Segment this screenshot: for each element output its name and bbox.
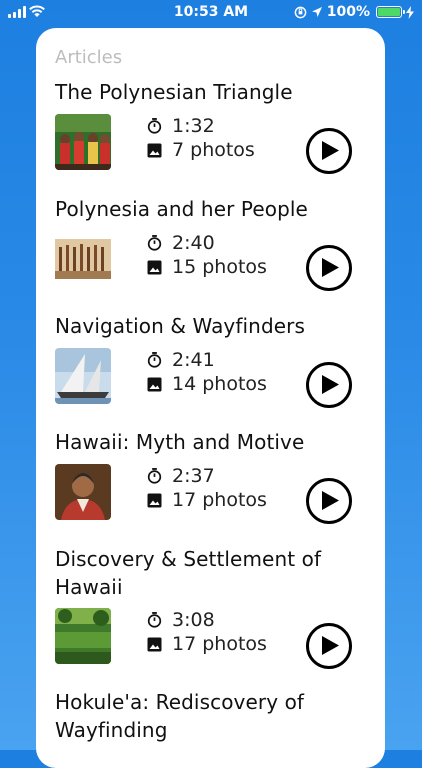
article-item[interactable]: The Polynesian Triangle 1:32 7 photos (55, 78, 375, 174)
image-icon (147, 493, 162, 507)
duration-text: 2:40 (172, 232, 215, 254)
article-item[interactable]: Navigation & Wayfinders 2:41 14 photos (55, 312, 375, 408)
duration-row: 2:40 (147, 231, 215, 255)
image-icon (147, 377, 162, 391)
photos-count: 7 photos (172, 139, 255, 161)
battery-level (378, 8, 400, 16)
article-title[interactable]: Discovery & Settlement of Hawaii (55, 545, 355, 601)
photos-count: 14 photos (172, 373, 267, 395)
duration-row: 2:37 (147, 464, 215, 488)
play-icon (322, 636, 339, 655)
battery-percentage: 100% (326, 4, 370, 20)
article-title[interactable]: The Polynesian Triangle (55, 78, 375, 106)
article-item[interactable]: Polynesia and her People 2:40 15 photos (55, 195, 375, 291)
article-thumbnail (55, 114, 111, 170)
play-button[interactable] (306, 623, 352, 669)
play-icon (322, 258, 339, 277)
article-item[interactable]: Hawaii: Myth and Motive 2:37 17 photos (55, 428, 375, 524)
timer-icon (147, 235, 162, 251)
duration-text: 3:08 (172, 609, 215, 631)
photos-row: 17 photos (147, 632, 267, 656)
play-icon (322, 375, 339, 394)
articles-card: Articles The Polynesian Triangle 1:32 7 … (36, 28, 385, 768)
article-thumbnail (55, 231, 111, 287)
play-button[interactable] (306, 128, 352, 174)
play-button[interactable] (306, 362, 352, 408)
battery-icon (376, 6, 405, 18)
article-item[interactable]: Discovery & Settlement of Hawaii 3:08 17… (55, 545, 375, 669)
duration-row: 2:41 (147, 348, 215, 372)
timer-icon (147, 612, 162, 628)
play-button[interactable] (306, 245, 352, 291)
duration-text: 2:37 (172, 465, 215, 487)
article-title[interactable]: Hawaii: Myth and Motive (55, 428, 375, 456)
image-icon (147, 143, 162, 157)
play-icon (322, 491, 339, 510)
charging-bolt-icon (406, 5, 414, 19)
location-icon (311, 7, 322, 17)
section-title: Articles (55, 47, 123, 68)
article-thumbnail (55, 464, 111, 520)
article-title[interactable]: Hokule'a: Rediscovery of Wayfinding (55, 688, 355, 744)
play-icon (322, 141, 339, 160)
article-item[interactable]: Hokule'a: Rediscovery of Wayfinding (55, 688, 375, 744)
article-title[interactable]: Polynesia and her People (55, 195, 375, 223)
play-button[interactable] (306, 478, 352, 524)
duration-row: 1:32 (147, 114, 215, 138)
image-icon (147, 637, 162, 651)
article-thumbnail (55, 608, 111, 664)
photos-row: 14 photos (147, 372, 267, 396)
duration-text: 1:32 (172, 115, 215, 137)
article-thumbnail (55, 348, 111, 404)
timer-icon (147, 352, 162, 368)
photos-count: 17 photos (172, 633, 267, 655)
photos-count: 17 photos (172, 489, 267, 511)
status-right: 100% (294, 4, 414, 20)
duration-text: 2:41 (172, 349, 215, 371)
photos-count: 15 photos (172, 256, 267, 278)
duration-row: 3:08 (147, 608, 215, 632)
photos-row: 17 photos (147, 488, 267, 512)
status-bar: 10:53 AM 100% (0, 0, 422, 26)
article-title[interactable]: Navigation & Wayfinders (55, 312, 375, 340)
image-icon (147, 260, 162, 274)
timer-icon (147, 118, 162, 134)
timer-icon (147, 468, 162, 484)
photos-row: 7 photos (147, 138, 255, 162)
orientation-lock-icon (294, 6, 307, 18)
photos-row: 15 photos (147, 255, 267, 279)
